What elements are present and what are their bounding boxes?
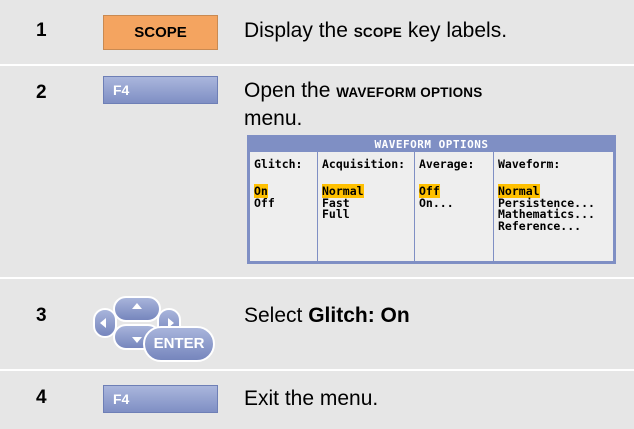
step-number: 2	[36, 82, 47, 103]
column-header: Glitch:	[254, 157, 303, 171]
step-instruction: Exit the menu.	[244, 387, 379, 410]
column-header: Waveform:	[498, 157, 561, 171]
step-number: 4	[36, 387, 47, 408]
f4-key-button[interactable]: F4	[103, 385, 218, 413]
menu-column-average: Average: Off On...	[414, 152, 494, 261]
menu-column-waveform: Waveform: Normal Persistence... Mathemat…	[493, 152, 613, 261]
column-header: Average:	[419, 157, 475, 171]
menu-option-reference[interactable]: Reference...	[498, 220, 595, 233]
step-instruction: Open the WAVEFORM OPTIONS menu.	[244, 79, 483, 130]
menu-option-off[interactable]: Off	[254, 197, 275, 210]
column-header: Acquisition:	[322, 157, 406, 171]
enter-key-label: ENTER	[153, 335, 205, 352]
step-row-4: 4 F4 Exit the menu.	[0, 371, 634, 429]
menu-option-on[interactable]: On...	[419, 197, 454, 210]
f4-key-button[interactable]: F4	[103, 76, 218, 104]
arrow-keys-enter-icon[interactable]: ENTER	[92, 295, 222, 370]
waveform-options-menu: WAVEFORM OPTIONS Glitch: On Off Acquisit…	[247, 135, 616, 264]
step-instruction: Display the SCOPE key labels.	[244, 19, 508, 42]
menu-column-glitch: Glitch: On Off	[250, 152, 317, 261]
step-instruction: Select Glitch: On	[244, 304, 410, 327]
step-number: 1	[36, 20, 47, 41]
menu-column-acquisition: Acquisition: Normal Fast Full	[317, 152, 415, 261]
step-number: 3	[36, 305, 47, 326]
menu-option-full[interactable]: Full	[322, 208, 364, 221]
step-row-1: 1 SCOPE Display the SCOPE key labels.	[0, 0, 634, 64]
scope-key-button[interactable]: SCOPE	[103, 15, 218, 50]
menu-title: WAVEFORM OPTIONS	[250, 138, 613, 152]
